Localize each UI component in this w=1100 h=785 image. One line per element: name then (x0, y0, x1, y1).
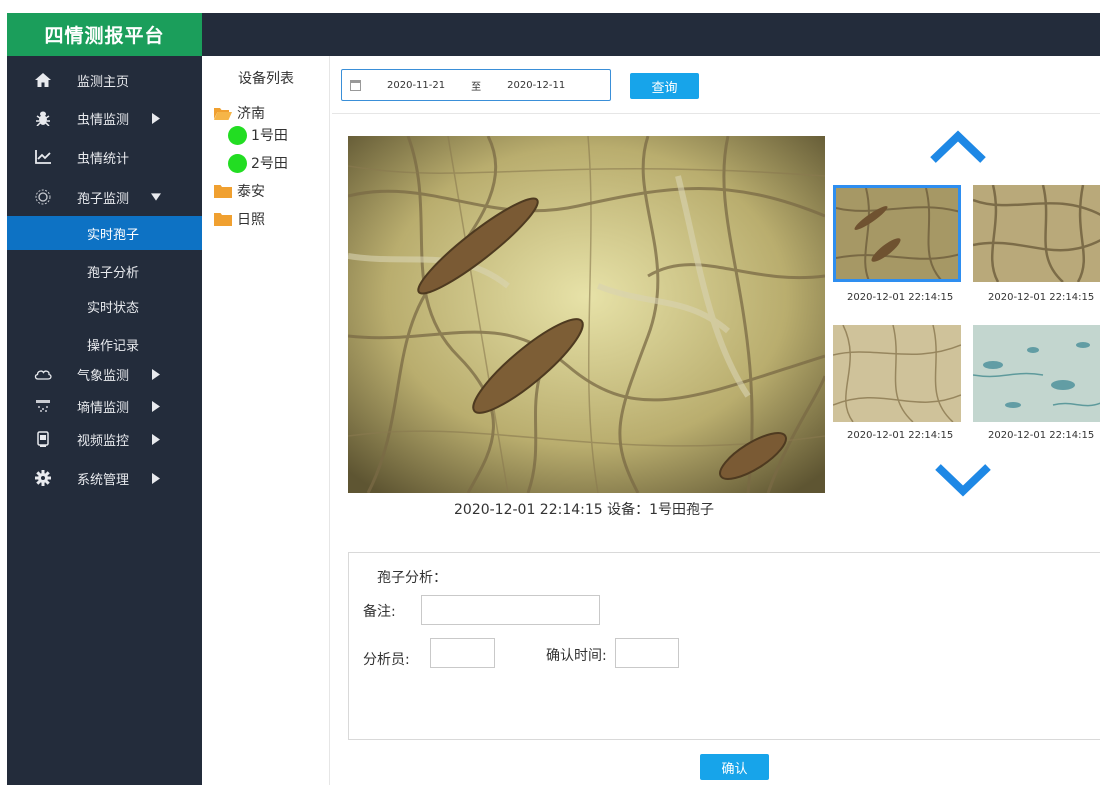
date-range-input[interactable]: 2020-11-21 至 2020-12-11 (341, 69, 611, 101)
confirm-time-label: 确认时间: (546, 648, 607, 664)
sidebar-item-label: 虫情统计 (77, 151, 130, 167)
panel-title: 孢子分析： (377, 570, 447, 586)
sidebar-item-system-management[interactable]: 系统管理 (7, 461, 202, 495)
spore-icon (33, 187, 53, 207)
main-spore-image (348, 136, 825, 493)
tree-node-label: 济南 (237, 106, 265, 122)
tree-node-rizhao[interactable]: 日照 (214, 209, 265, 229)
bug-icon (33, 108, 53, 128)
chevron-down-icon[interactable] (933, 463, 993, 497)
device-tree: 设备列表 济南 1号田 2号田 泰安 日照 (202, 56, 330, 785)
divider (332, 113, 1100, 114)
tree-node-field-2[interactable]: 2号田 (228, 153, 288, 173)
sidebar-item-soil-monitoring[interactable]: 墒情监测 (7, 389, 202, 423)
top-bar (202, 13, 1100, 56)
gear-icon (33, 468, 53, 488)
thumbnail-caption: 2020-12-01 22:14:15 (847, 430, 954, 441)
chevron-up-icon[interactable] (928, 130, 988, 164)
caret-right-icon (151, 472, 161, 484)
sidebar-item-weather-monitoring[interactable]: 气象监测 (7, 357, 202, 391)
soil-icon (33, 396, 53, 416)
confirm-button[interactable]: 确认 (700, 754, 769, 780)
home-icon (33, 70, 53, 90)
remark-label: 备注: (363, 604, 396, 620)
thumbnail-1[interactable] (833, 185, 961, 282)
caret-down-icon (151, 191, 161, 203)
end-date: 2020-12-11 (507, 79, 566, 91)
online-status-icon (228, 153, 247, 173)
sidebar-item-home[interactable]: 监测主页 (7, 63, 202, 97)
online-status-icon (228, 125, 247, 145)
thumbnail-2[interactable] (973, 185, 1100, 282)
folder-icon (214, 212, 232, 226)
sidebar-item-spore-monitoring[interactable]: 孢子监测 (7, 180, 202, 214)
sidebar: 四情测报平台 监测主页 虫情监测 虫情统计 孢子监测 实时孢子 孢子分析 实时状… (7, 13, 202, 785)
sidebar-item-label: 虫情监测 (77, 112, 130, 128)
remark-input[interactable] (421, 595, 600, 625)
line-chart-icon (33, 147, 53, 167)
sidebar-subitem-spore-analysis[interactable]: 孢子分析 (7, 254, 202, 288)
device-list-title: 设备列表 (238, 71, 294, 87)
tree-node-label: 1号田 (251, 128, 288, 144)
analyst-input[interactable] (430, 638, 495, 668)
tree-node-label: 日照 (237, 212, 265, 228)
video-icon (33, 429, 53, 449)
caret-right-icon (151, 368, 161, 380)
thumbnail-caption: 2020-12-01 22:14:15 (988, 292, 1095, 303)
thumbnail-3[interactable] (833, 325, 961, 422)
thumbnail-caption: 2020-12-01 22:14:15 (847, 292, 954, 303)
app-title: 四情测报平台 (7, 13, 202, 56)
sidebar-item-pest-statistics[interactable]: 虫情统计 (7, 140, 202, 174)
tree-node-label: 2号田 (251, 156, 288, 172)
query-button[interactable]: 查询 (630, 73, 699, 99)
sidebar-subitem-operation-log[interactable]: 操作记录 (7, 327, 202, 361)
spore-analysis-panel: 孢子分析： 备注: 分析员: 确认时间: (348, 552, 1100, 740)
analyst-label: 分析员: (363, 652, 410, 668)
tree-node-taian[interactable]: 泰安 (214, 181, 265, 201)
cloud-icon (33, 364, 53, 384)
confirm-time-input[interactable] (615, 638, 679, 668)
start-date: 2020-11-21 (387, 79, 446, 91)
date-separator: 至 (471, 81, 482, 93)
folder-icon (214, 184, 232, 198)
sidebar-item-label: 墒情监测 (77, 400, 130, 416)
caret-right-icon (151, 433, 161, 445)
sidebar-item-label: 监测主页 (77, 74, 130, 90)
tree-node-field-1[interactable]: 1号田 (228, 125, 288, 145)
tree-node-label: 泰安 (237, 184, 265, 200)
sidebar-item-video-monitoring[interactable]: 视频监控 (7, 422, 202, 456)
sidebar-item-label: 孢子监测 (77, 191, 130, 207)
tree-node-jinan[interactable]: 济南 (214, 103, 265, 123)
sidebar-item-pest-monitoring[interactable]: 虫情监测 (7, 101, 202, 135)
sidebar-item-label: 系统管理 (77, 472, 130, 488)
folder-open-icon (214, 107, 232, 120)
caret-right-icon (151, 112, 161, 124)
sidebar-item-label: 气象监测 (77, 368, 130, 384)
sidebar-subitem-realtime-spore[interactable]: 实时孢子 (7, 216, 202, 250)
thumbnail-4[interactable] (973, 325, 1100, 422)
sidebar-item-label: 视频监控 (77, 433, 130, 449)
main-image-caption: 2020-12-01 22:14:15 设备：1号田孢子 (454, 502, 715, 518)
sidebar-subitem-realtime-status[interactable]: 实时状态 (7, 289, 202, 323)
caret-right-icon (151, 400, 161, 412)
calendar-icon (350, 79, 361, 91)
thumbnail-caption: 2020-12-01 22:14:15 (988, 430, 1095, 441)
